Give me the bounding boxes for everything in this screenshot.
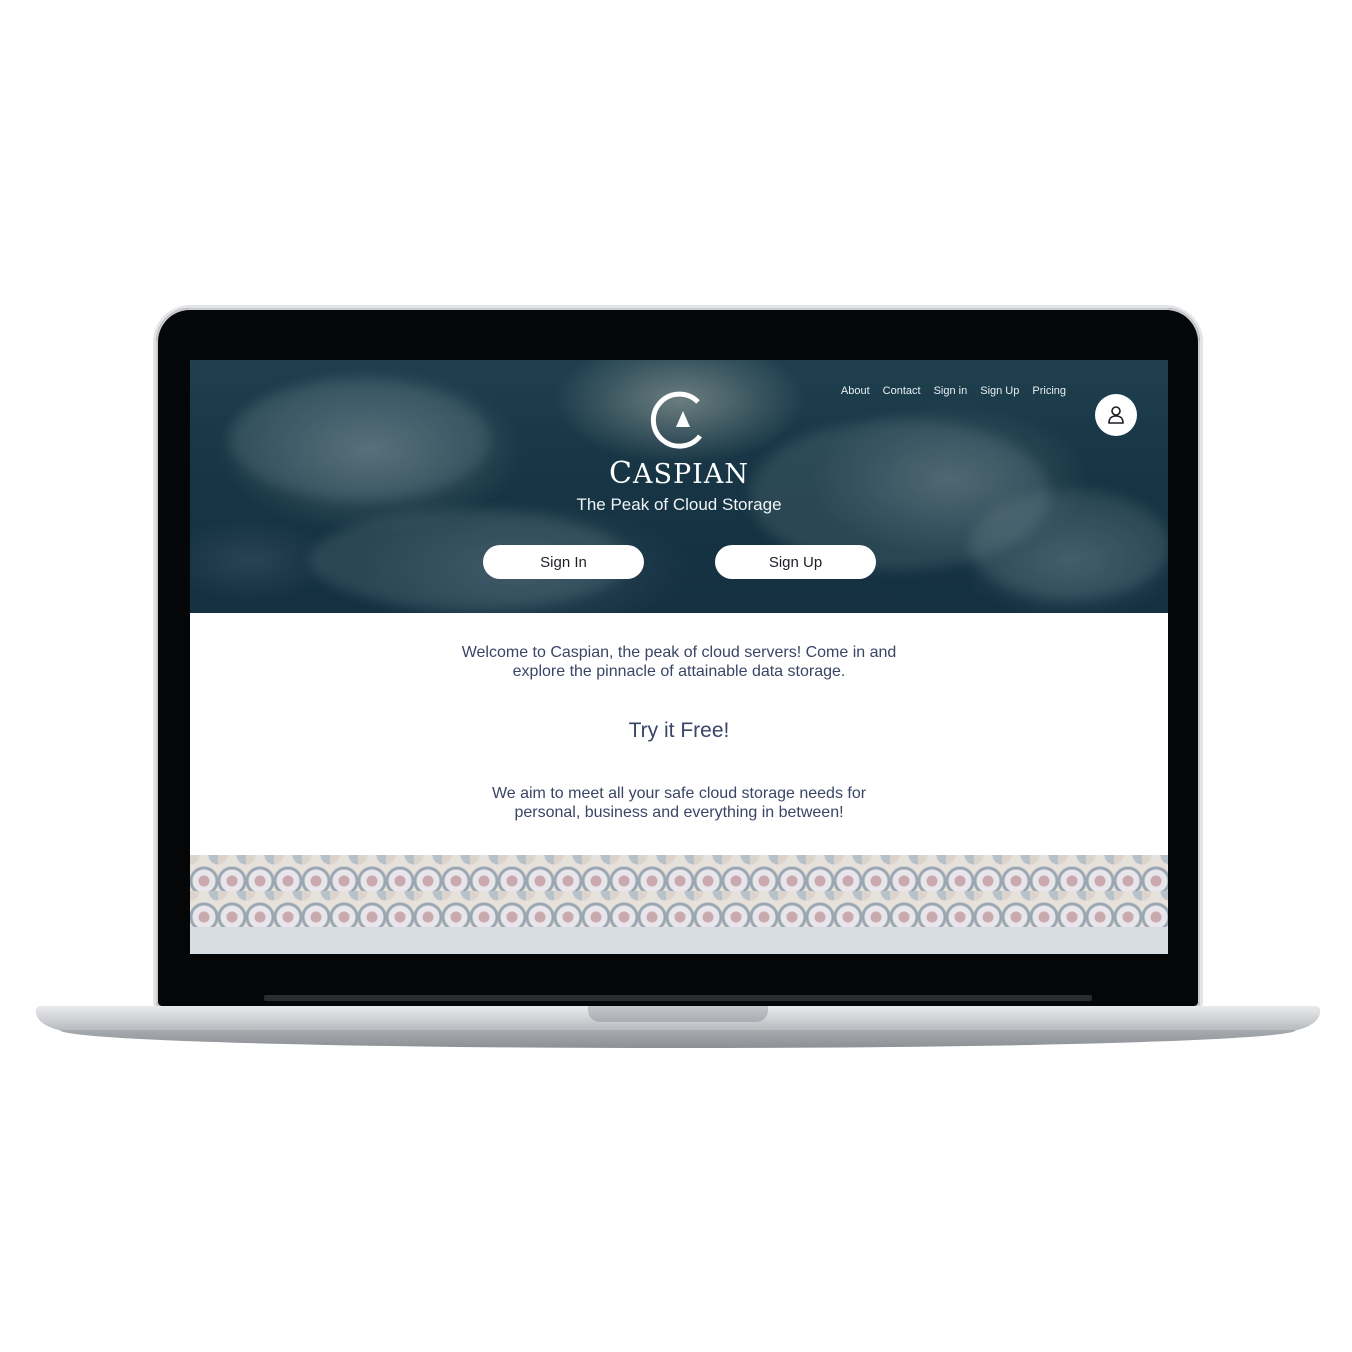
brand-initial: C bbox=[609, 456, 633, 491]
try-free-heading: Try it Free! bbox=[628, 719, 730, 742]
tagline: The Peak of Cloud Storage bbox=[576, 495, 782, 514]
user-account-button[interactable] bbox=[1095, 394, 1137, 436]
mission-text: We aim to meet all your safe cloud stora… bbox=[491, 785, 867, 821]
nav-sign-in[interactable]: Sign in bbox=[934, 385, 968, 397]
top-nav: About Contact Sign in Sign Up Pricing bbox=[841, 385, 1066, 397]
laptop-mockup: About Contact Sign in Sign Up Pricing CA… bbox=[0, 0, 1352, 1352]
nav-pricing[interactable]: Pricing bbox=[1032, 385, 1066, 397]
user-icon bbox=[1108, 406, 1124, 424]
hero-section: About Contact Sign in Sign Up Pricing CA… bbox=[190, 360, 1168, 613]
brand-rest: ASPIAN bbox=[633, 459, 749, 490]
browser-viewport: About Contact Sign in Sign Up Pricing CA… bbox=[190, 360, 1168, 954]
laptop-hinge bbox=[264, 995, 1092, 1001]
brand-name: CASPIAN bbox=[190, 456, 1168, 491]
decorative-pattern-banner bbox=[190, 855, 1168, 927]
sign-up-button[interactable]: Sign Up bbox=[715, 545, 876, 579]
laptop-notch bbox=[588, 1006, 768, 1022]
nav-sign-up[interactable]: Sign Up bbox=[980, 385, 1019, 397]
nav-about[interactable]: About bbox=[841, 385, 870, 397]
nav-contact[interactable]: Contact bbox=[883, 385, 921, 397]
intro-section: Welcome to Caspian, the peak of cloud se… bbox=[190, 613, 1168, 855]
laptop-base-lip bbox=[60, 1030, 1296, 1048]
welcome-text: Welcome to Caspian, the peak of cloud se… bbox=[461, 644, 897, 680]
footer-strip bbox=[190, 927, 1168, 954]
caspian-logo-icon bbox=[650, 391, 702, 449]
sign-in-button[interactable]: Sign In bbox=[483, 545, 644, 579]
